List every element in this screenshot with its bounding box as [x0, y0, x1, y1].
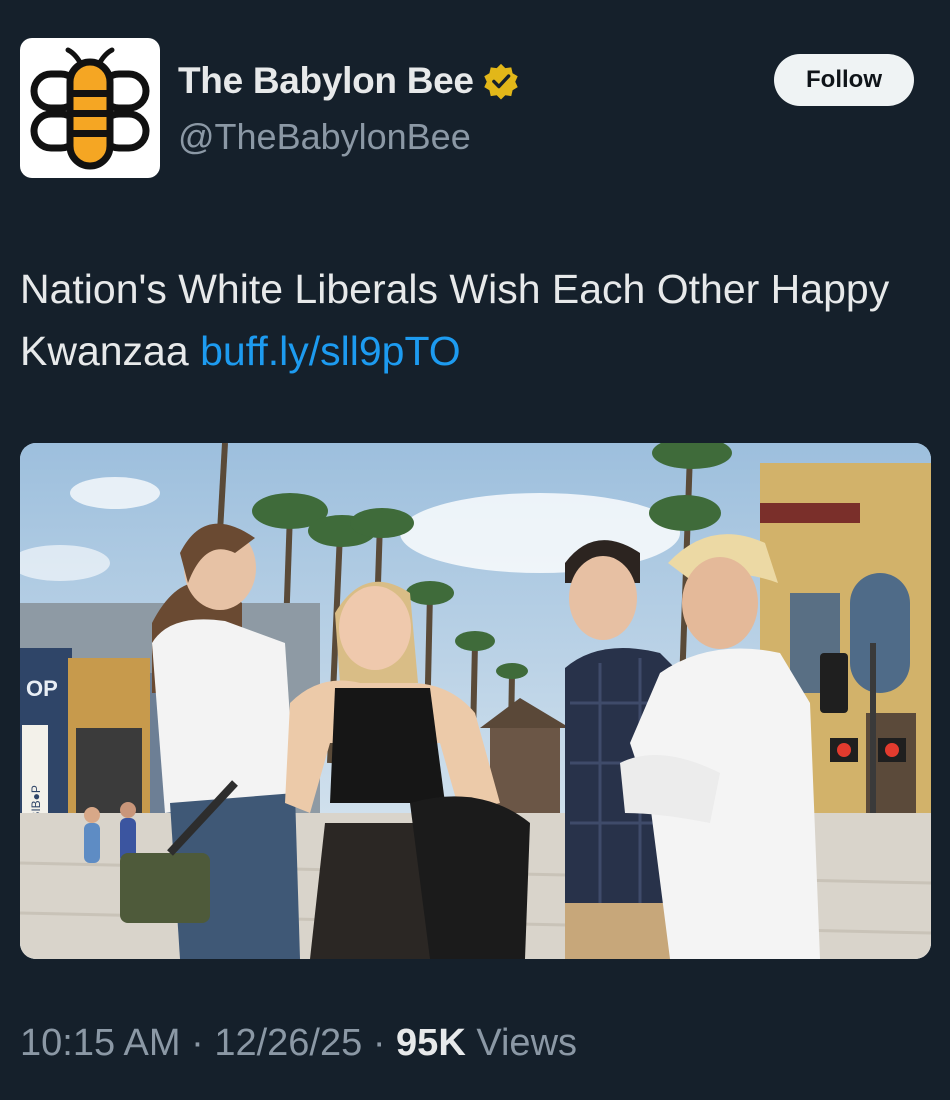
display-name[interactable]: The Babylon Bee — [178, 60, 474, 102]
account-handle[interactable]: @TheBabylonBee — [178, 116, 520, 158]
views-label: Views — [476, 1022, 578, 1064]
tweet-date[interactable]: 12/26/25 — [214, 1022, 362, 1064]
avatar[interactable] — [20, 38, 160, 178]
follow-button[interactable]: Follow — [774, 54, 914, 106]
storefront-sign: OP — [26, 676, 58, 701]
tweet-link[interactable]: buff.ly/sll9pTO — [200, 328, 461, 374]
views-count[interactable]: 95K — [396, 1022, 466, 1064]
tweet-time[interactable]: 10:15 AM — [20, 1022, 181, 1064]
account-names: The Babylon Bee @TheBabylonBee — [178, 56, 520, 158]
tweet-text: Nation's White Liberals Wish Each Other … — [20, 258, 930, 382]
bee-logo-icon — [30, 47, 150, 170]
display-name-row: The Babylon Bee — [178, 56, 520, 106]
meta-separator: · — [372, 1022, 386, 1064]
meta-separator: · — [191, 1022, 204, 1064]
verified-badge-icon — [483, 63, 518, 100]
tweet-header: The Babylon Bee @TheBabylonBee Follow — [20, 38, 914, 180]
tweet-metadata: 10:15 AM · 12/26/25 · 95K Views — [20, 1022, 577, 1065]
street-scene-illustration: OP BIBIB●P — [20, 443, 931, 959]
tweet-media-image[interactable]: OP BIBIB●P — [20, 443, 931, 959]
